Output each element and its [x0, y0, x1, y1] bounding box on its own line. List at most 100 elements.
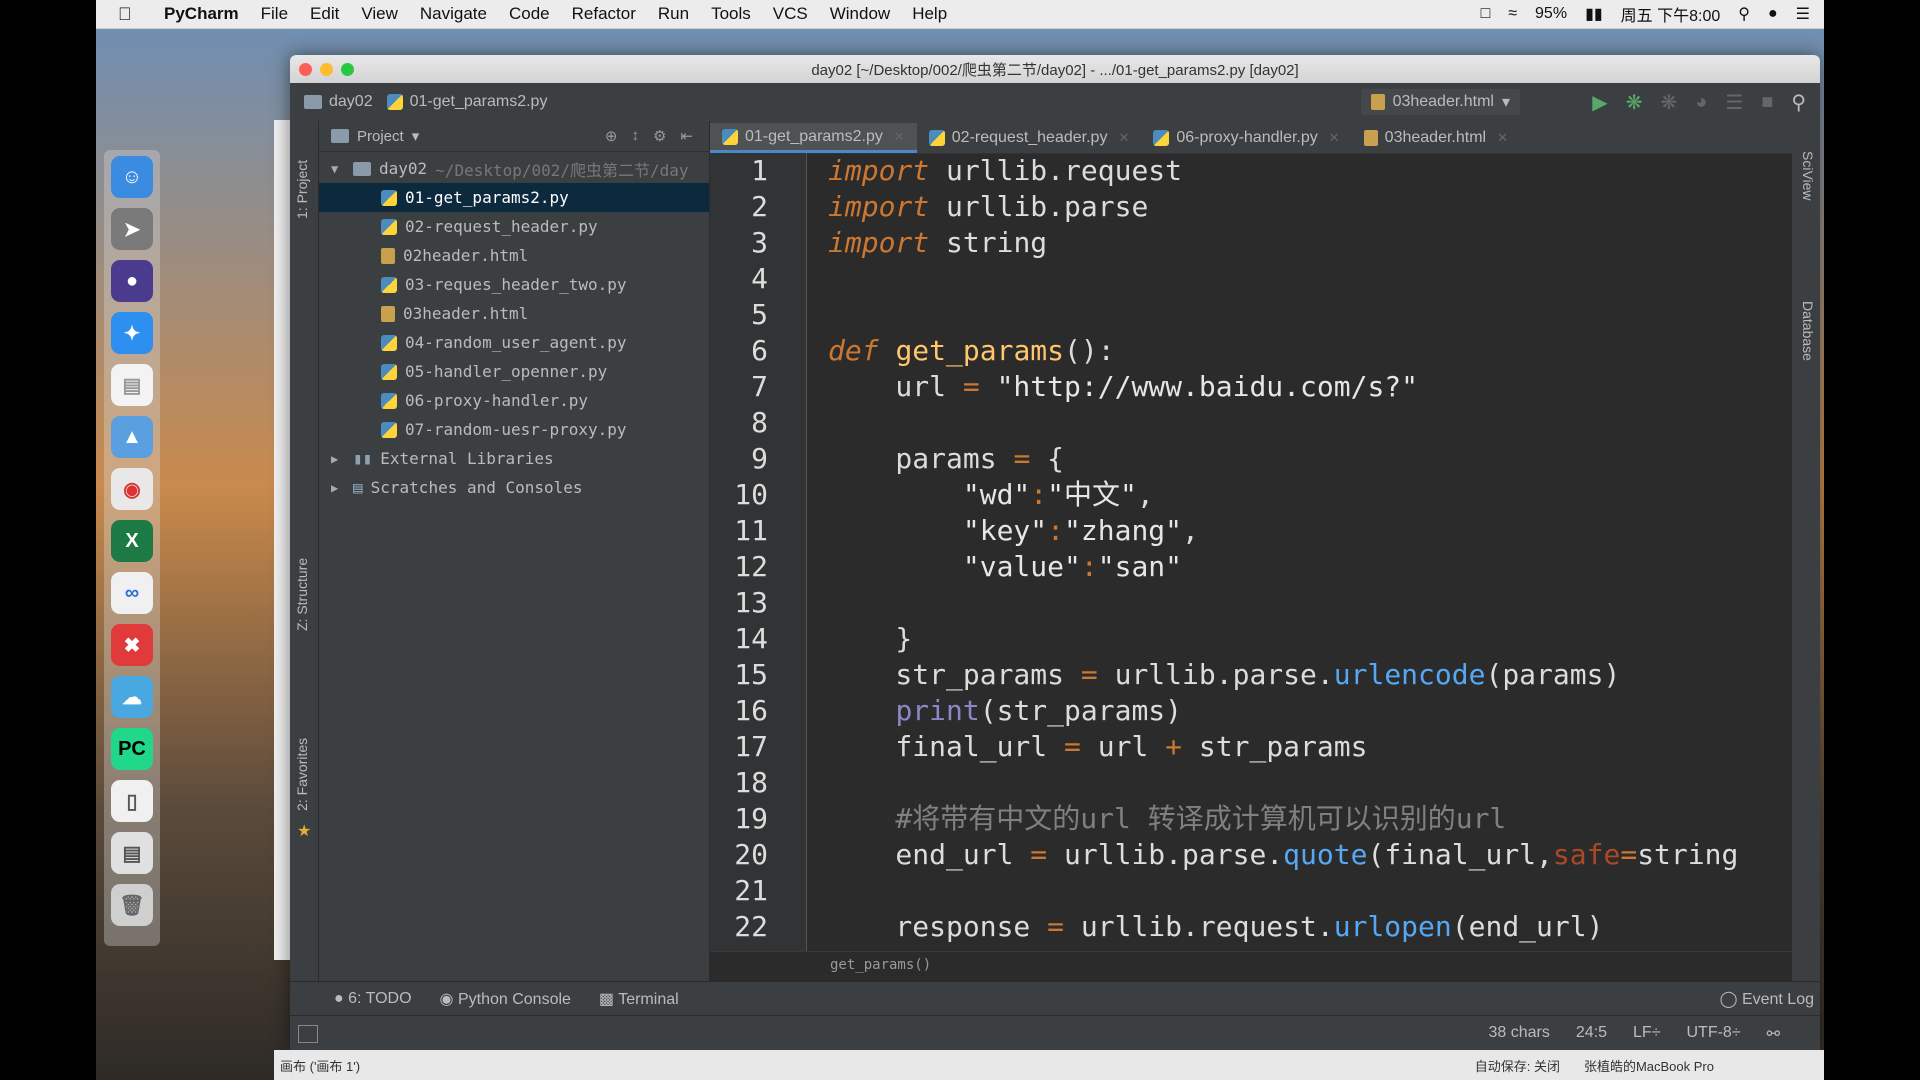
tool-window-database[interactable]: Database	[1800, 301, 1816, 361]
tree-file-item[interactable]: 06-proxy-handler.py	[319, 386, 709, 415]
safari-icon[interactable]: ✦	[111, 312, 153, 354]
code-line[interactable]: url = "http://www.baidu.com/s?"	[828, 369, 1418, 405]
editor-tab[interactable]: 03header.html ✕	[1352, 123, 1520, 153]
code-line[interactable]: params = {	[828, 441, 1064, 477]
code-line[interactable]: def get_params():	[828, 333, 1115, 369]
nav-crumb-file[interactable]: 01-get_params2.py	[386, 93, 547, 111]
project-view-selector[interactable]: Project	[357, 128, 404, 145]
nav-crumb-project[interactable]: day02	[304, 93, 373, 111]
collapse-all-icon[interactable]: ↕	[631, 127, 639, 145]
menu-refactor[interactable]: Refactor	[572, 4, 636, 24]
gear-icon[interactable]: ⚙	[653, 127, 666, 145]
toggle-tool-windows-icon[interactable]	[298, 1024, 318, 1043]
coverage-icon[interactable]: ❋	[1660, 90, 1677, 115]
clock[interactable]: 周五 下午8:00	[1621, 2, 1721, 26]
code-line[interactable]: import urllib.request	[828, 153, 1182, 189]
tree-file-item[interactable]: 02header.html	[319, 241, 709, 270]
launchpad-icon[interactable]: ➤	[111, 208, 153, 250]
menu-edit[interactable]: Edit	[310, 4, 339, 24]
pycharm-icon[interactable]: PC	[111, 728, 153, 770]
siri-icon[interactable]: ●	[1768, 5, 1778, 23]
expand-arrow-icon[interactable]: ▼	[331, 162, 345, 176]
code-line[interactable]: print(str_params)	[828, 693, 1182, 729]
notes-icon[interactable]: ▤	[111, 364, 153, 406]
chrome-icon[interactable]: ◉	[111, 468, 153, 510]
stop-icon[interactable]: ■	[1761, 91, 1773, 114]
todo-tool-button[interactable]: ● 6: TODO	[334, 990, 412, 1008]
wifi-icon[interactable]: ≈	[1508, 5, 1517, 23]
editor-tab[interactable]: 01-get_params2.py ✕	[710, 123, 917, 153]
apple-icon[interactable]: 	[118, 4, 144, 25]
chevron-down-icon[interactable]: ▾	[412, 127, 420, 145]
trash-icon[interactable]: 🗑	[111, 884, 153, 926]
locate-icon[interactable]: ⊕	[605, 127, 618, 145]
code-line[interactable]: "wd":"中文",	[828, 477, 1154, 513]
close-tab-icon[interactable]: ✕	[1329, 130, 1340, 146]
tool-window-favorites[interactable]: 2: Favorites	[294, 738, 310, 811]
window-titlebar[interactable]: day02 [~/Desktop/002/爬虫第二节/day02] - .../…	[290, 55, 1820, 83]
baidu-netdisk-icon[interactable]: ∞	[111, 572, 153, 614]
status-caret-position[interactable]: 24:5	[1576, 1024, 1607, 1044]
menu-tools[interactable]: Tools	[711, 4, 751, 24]
expand-arrow-icon[interactable]: ▶	[331, 452, 345, 466]
close-tab-icon[interactable]: ✕	[1497, 130, 1508, 146]
battery-icon[interactable]: ▮▮	[1585, 4, 1603, 24]
tree-file-item[interactable]: 01-get_params2.py	[319, 183, 709, 212]
spotlight-search-icon[interactable]: ⚲	[1738, 4, 1750, 24]
tree-file-item[interactable]: 02-request_header.py	[319, 212, 709, 241]
code-line[interactable]: import string	[828, 225, 1047, 261]
downloads-icon[interactable]: ▤	[111, 832, 153, 874]
tree-file-item[interactable]: 07-random-uesr-proxy.py	[319, 415, 709, 444]
status-line-separator[interactable]: LF÷	[1633, 1024, 1660, 1044]
expand-arrow-icon[interactable]: ▶	[331, 481, 345, 495]
tool-window-structure[interactable]: Z: Structure	[294, 558, 310, 631]
document-icon[interactable]: ▯	[111, 780, 153, 822]
code-line[interactable]: str_params = urllib.parse.urlencode(para…	[828, 657, 1620, 693]
search-everywhere-icon[interactable]: ⚲	[1791, 90, 1806, 115]
tool-window-sciview[interactable]: SciView	[1800, 151, 1816, 201]
menu-help[interactable]: Help	[912, 4, 947, 24]
code-line[interactable]: "key":"zhang",	[828, 513, 1199, 549]
tree-file-item[interactable]: 03header.html	[319, 299, 709, 328]
close-tab-icon[interactable]: ✕	[894, 129, 905, 145]
tool-window-project[interactable]: 1: Project	[294, 160, 310, 219]
code-breadcrumb[interactable]: get_params()	[710, 951, 1820, 982]
menu-view[interactable]: View	[361, 4, 398, 24]
line-number-gutter[interactable]: 1 2 3 4 5 6 7 8 9 10 11 12 13 14 15 16 17 18 19 20 21 22	[710, 153, 807, 951]
menu-app-name[interactable]: PyCharm	[164, 4, 239, 24]
hide-panel-icon[interactable]: ⇤	[680, 127, 693, 145]
code-line[interactable]: }	[828, 621, 912, 657]
editor-tab[interactable]: 06-proxy-handler.py ✕	[1141, 123, 1351, 153]
siri-dock-icon[interactable]: ●	[111, 260, 153, 302]
code-line[interactable]: "value":"san"	[828, 549, 1182, 585]
menu-file[interactable]: File	[261, 4, 288, 24]
keynote-icon[interactable]: ▲	[111, 416, 153, 458]
run-configuration-selector[interactable]: 03header.html ▾	[1360, 89, 1520, 115]
python-console-button[interactable]: ◉ Python Console	[440, 989, 571, 1009]
excel-icon[interactable]: X	[111, 520, 153, 562]
concurrency-icon[interactable]: ☰	[1725, 90, 1743, 115]
cloud-app-icon[interactable]: ☁	[111, 676, 153, 718]
code-line[interactable]: #将带有中文的url 转译成计算机可以识别的url	[828, 801, 1506, 837]
debug-icon[interactable]: ❋	[1626, 90, 1643, 115]
code-area[interactable]: 1 2 3 4 5 6 7 8 9 10 11 12 13 14 15 16 17 18 19 20 21 22 impo…	[710, 153, 1805, 951]
tree-file-item[interactable]: 05-handler_openner.py	[319, 357, 709, 386]
run-icon[interactable]: ▶	[1592, 90, 1607, 115]
menu-window[interactable]: Window	[830, 4, 890, 24]
editor-tab[interactable]: 02-request_header.py ✕	[917, 123, 1142, 153]
tree-scratches[interactable]: ▶ ▤ Scratches and Consoles	[319, 473, 709, 502]
close-tab-icon[interactable]: ✕	[1118, 130, 1129, 146]
lock-icon[interactable]: ⚯	[1767, 1024, 1780, 1044]
xmind-icon[interactable]: ✖	[111, 624, 153, 666]
menu-navigate[interactable]: Navigate	[420, 4, 487, 24]
terminal-button[interactable]: ▩ Terminal	[599, 989, 679, 1009]
menu-vcs[interactable]: VCS	[773, 4, 808, 24]
profile-icon[interactable]: ◕	[1695, 91, 1707, 114]
finder-icon[interactable]: ☺	[111, 156, 153, 198]
tree-root-day02[interactable]: ▼ day02 ~/Desktop/002/爬虫第二节/day	[319, 154, 709, 183]
tree-file-item[interactable]: 03-reques_header_two.py	[319, 270, 709, 299]
tree-file-item[interactable]: 04-random_user_agent.py	[319, 328, 709, 357]
code-line[interactable]: end_url = urllib.parse.quote(final_url,s…	[828, 837, 1738, 873]
event-log-button[interactable]: ◯ Event Log	[1720, 989, 1814, 1009]
status-encoding[interactable]: UTF-8÷	[1686, 1024, 1740, 1044]
